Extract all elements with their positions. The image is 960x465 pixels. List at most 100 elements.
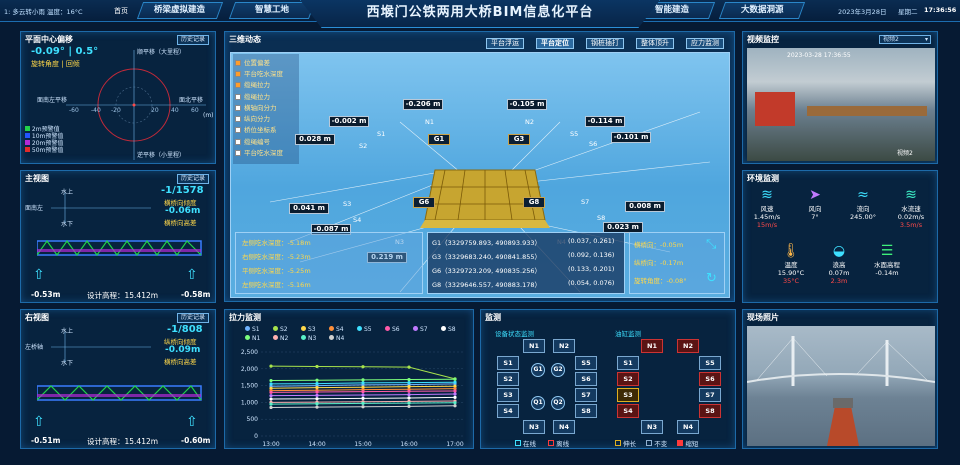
offset-tag: -0.105 m xyxy=(507,99,547,110)
cylinder-node[interactable]: S6 xyxy=(699,372,721,386)
y-tick-label: 1,000 xyxy=(241,399,258,406)
cylinder-node[interactable]: S4 xyxy=(617,404,639,418)
float-transport-button[interactable]: 平台浮运 xyxy=(486,38,524,49)
cylinder-node[interactable]: N1 xyxy=(641,339,663,353)
legend-item[interactable]: N3 xyxy=(301,334,329,343)
height-diff-label: 横桥向高差 xyxy=(164,358,197,366)
gnss-marker[interactable]: G1 xyxy=(428,134,450,145)
gnss-node[interactable]: Q2 xyxy=(551,396,565,410)
legend-item[interactable]: S5 xyxy=(357,325,385,334)
pile-driving-button[interactable]: 钢桩插打 xyxy=(586,38,624,49)
status-node[interactable]: N4 xyxy=(553,420,575,434)
legend-swatch xyxy=(413,326,418,331)
status-node[interactable]: N1 xyxy=(523,339,545,353)
legend-swatch xyxy=(301,326,306,331)
height-diff: -0.09m xyxy=(165,345,201,355)
gnss-marker[interactable]: G3 xyxy=(508,134,530,145)
clock-text: 17:36:56 xyxy=(924,6,957,14)
status-node[interactable]: S5 xyxy=(575,356,597,370)
gnss-node[interactable]: Q1 xyxy=(531,396,545,410)
y-tick-label: 0 xyxy=(254,433,258,440)
legend-item[interactable]: N4 xyxy=(329,334,357,343)
tab-big-data[interactable]: 大数据洞源 xyxy=(718,2,806,19)
data-point xyxy=(361,396,365,400)
data-point xyxy=(361,381,365,385)
data-point xyxy=(269,394,273,398)
history-button[interactable]: 历史记录 xyxy=(176,313,209,323)
legend-item[interactable]: S1 xyxy=(245,325,273,334)
cylinder-node[interactable]: S2 xyxy=(617,372,639,386)
cylinder-node[interactable]: S1 xyxy=(617,356,639,370)
environment-panel: 环境监测 ≋ 风速 1.45m/s 15m/s ➤ 风向 7° ≈ 流向 245.00° ≋ 水… xyxy=(742,170,938,303)
legend-item[interactable]: N2 xyxy=(273,334,301,343)
cylinder-node[interactable]: S7 xyxy=(699,388,721,402)
legend-item[interactable]: S6 xyxy=(385,325,413,334)
env-item: ◒ 浪高 0.07m 2.3m xyxy=(817,243,861,285)
monitor-legend: 在线 离线 伸长 不变 缩短 xyxy=(495,438,735,448)
data-point xyxy=(453,404,457,408)
legend-swatch xyxy=(329,335,334,340)
pier-graphic xyxy=(807,106,927,116)
history-button[interactable]: 历史记录 xyxy=(176,35,209,45)
data-point xyxy=(315,390,319,394)
status-node[interactable]: S6 xyxy=(575,372,597,386)
tide-icon: ☰ xyxy=(880,243,894,259)
cylinder-node[interactable]: N4 xyxy=(677,420,699,434)
home-link[interactable]: 首页 xyxy=(114,6,128,16)
tab-virtual-build[interactable]: 桥梁虚拟建造 xyxy=(136,2,224,19)
left-value: -0.53m xyxy=(31,290,61,299)
status-node[interactable]: S8 xyxy=(575,404,597,418)
legend-item[interactable]: S7 xyxy=(413,325,441,334)
legend-item[interactable]: S2 xyxy=(273,325,301,334)
legend-label: S5 xyxy=(364,326,372,333)
gnss-coord: G8（3329646.557, 490883.178） xyxy=(432,281,542,289)
gnss-marker[interactable]: G8 xyxy=(523,197,545,208)
move-arrow-icon: ⤡ xyxy=(706,237,717,252)
legend-item[interactable]: S3 xyxy=(301,325,329,334)
tick: 40 xyxy=(171,107,179,114)
status-node[interactable]: N3 xyxy=(523,420,545,434)
status-node[interactable]: N2 xyxy=(553,339,575,353)
legend-item[interactable]: S8 xyxy=(441,325,469,334)
status-node[interactable]: S1 xyxy=(497,356,519,370)
legend-label: S8 xyxy=(448,326,456,333)
video-feed[interactable]: 2023-03-28 17:36:55 视频2 xyxy=(747,48,935,161)
cylinder-node[interactable]: S5 xyxy=(699,356,721,370)
camera-select[interactable]: 视频2 ▾ xyxy=(879,35,931,44)
site-photo[interactable] xyxy=(746,326,936,446)
legend-item[interactable]: S4 xyxy=(329,325,357,334)
gnss-node[interactable]: G1 xyxy=(531,363,545,377)
legend-swatch xyxy=(273,335,278,340)
data-point xyxy=(315,378,319,382)
stress-monitor-button[interactable]: 应力监测 xyxy=(686,38,724,49)
jacking-button[interactable]: 整体顶升 xyxy=(636,38,674,49)
arrow-up-icon: ⇧ xyxy=(186,267,198,283)
cylinder-node[interactable]: S8 xyxy=(699,404,721,418)
deviation-value: 旋转角度：-0.08° xyxy=(634,277,687,285)
legend-item[interactable]: N1 xyxy=(245,334,273,343)
status-node[interactable]: S4 xyxy=(497,404,519,418)
deviation-box: 横桥向：-0.05m 纵桥向：-0.17m 旋转角度：-0.08° ⤡ ↻ xyxy=(629,232,725,294)
legend-label: S2 xyxy=(280,326,288,333)
legend-swatch xyxy=(245,335,250,340)
gnss-coord: G1（3329759.893, 490893.933） xyxy=(432,239,542,247)
status-node[interactable]: S2 xyxy=(497,372,519,386)
tab-smart-site[interactable]: 智慧工地 xyxy=(228,2,316,19)
data-point xyxy=(361,393,365,397)
cylinder-node[interactable]: S3 xyxy=(617,388,639,402)
cylinder-node[interactable]: N2 xyxy=(677,339,699,353)
data-point xyxy=(315,381,319,386)
weather-info: 1: 多云转小雨 温度：16°C xyxy=(4,8,83,16)
positioning-button[interactable]: 平台定位 xyxy=(536,38,574,49)
status-node[interactable]: S7 xyxy=(575,388,597,402)
x-tick-label: 16:00 xyxy=(400,441,417,448)
history-button[interactable]: 历史记录 xyxy=(176,174,209,184)
cylinder-node[interactable]: N3 xyxy=(641,420,663,434)
cable-label: S8 xyxy=(597,214,606,222)
legend-label: N2 xyxy=(280,335,289,342)
gnss-node[interactable]: G2 xyxy=(551,363,565,377)
status-node[interactable]: S3 xyxy=(497,388,519,402)
gnss-marker[interactable]: G6 xyxy=(413,197,435,208)
right-value: -0.60m xyxy=(181,436,211,445)
x-tick-label: 14:00 xyxy=(308,441,325,448)
